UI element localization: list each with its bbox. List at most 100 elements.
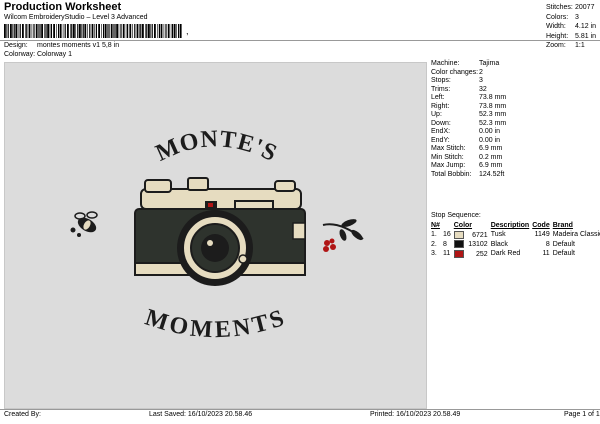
param-label: EndY: bbox=[431, 136, 450, 144]
header-divider bbox=[0, 40, 600, 41]
barcode-bar bbox=[98, 24, 100, 38]
thread-brand: Default bbox=[552, 250, 575, 258]
param-label: Color changes: bbox=[431, 68, 479, 76]
stat-value: 20077 bbox=[575, 4, 595, 11]
table-row: 1. 16 6721Tusk 1149Madeira Classic 40 bbox=[431, 230, 600, 240]
footer-divider bbox=[0, 409, 600, 410]
stat-row: Height: 5.81 in bbox=[546, 32, 596, 42]
color-swatch bbox=[453, 249, 464, 258]
stat-label: Height: bbox=[546, 32, 569, 40]
param-row: EndY: 0.00 in bbox=[431, 137, 506, 146]
stat-row: Colors: 3 bbox=[546, 13, 596, 23]
param-row: Trims: 32 bbox=[431, 86, 506, 95]
row-index: 2. bbox=[431, 240, 437, 248]
param-value: 52.3 mm bbox=[479, 119, 507, 127]
barcode-bar bbox=[101, 24, 102, 38]
barcode-bar bbox=[157, 24, 158, 38]
barcode-suffix: , bbox=[186, 26, 189, 36]
barcode-bar bbox=[134, 24, 136, 38]
barcode-bar bbox=[173, 24, 176, 38]
barcode-bar bbox=[132, 24, 133, 38]
thread-description: Dark Red bbox=[490, 250, 521, 258]
design-value: montes moments v1 5,8 in bbox=[37, 42, 120, 49]
param-label: Up: bbox=[431, 111, 442, 118]
thread-description: Tusk bbox=[490, 231, 506, 239]
param-row: Left: 73.8 mm bbox=[431, 94, 506, 103]
stop-sequence-header: N# Color Description Code Brand bbox=[431, 221, 600, 230]
barcode-bar bbox=[179, 24, 182, 38]
barcode-bar bbox=[44, 24, 45, 38]
param-value: 3 bbox=[479, 77, 483, 84]
param-row: Stops: 3 bbox=[431, 77, 506, 86]
param-row: EndX: 0.00 in bbox=[431, 128, 506, 137]
barcode-bar bbox=[67, 24, 69, 38]
barcode-bar bbox=[12, 24, 13, 38]
table-row: 3. 11 252 Dark Red 11 Default bbox=[431, 249, 600, 259]
stat-row: Stitches: 20077 bbox=[546, 3, 596, 13]
thread-brand: Madeira Classic 40 bbox=[552, 231, 600, 239]
barcode-bar bbox=[113, 24, 114, 38]
needle-number: 8 bbox=[442, 240, 447, 248]
stat-label: Stitches: bbox=[546, 4, 573, 11]
param-value: 73.8 mm bbox=[479, 102, 507, 110]
monte-text: MONTE'S bbox=[152, 126, 281, 167]
barcode-bar bbox=[39, 24, 41, 38]
barcode-bar bbox=[33, 24, 35, 38]
barcode-bar bbox=[6, 24, 7, 38]
barcode-bar bbox=[142, 24, 144, 38]
barcode-bar bbox=[79, 24, 81, 38]
header-description: Description bbox=[490, 222, 530, 229]
barcode-bar bbox=[59, 24, 62, 38]
worksheet-title: Production Worksheet bbox=[4, 1, 122, 13]
barcode-bar bbox=[150, 24, 151, 38]
stat-value: 4.12 in bbox=[575, 23, 597, 30]
camera-graphic bbox=[134, 177, 306, 286]
stat-value: 1:1 bbox=[575, 42, 585, 49]
machine-parameters: Machine: Tajima Color changes: 2 Stops: 3 Trim… bbox=[431, 60, 506, 179]
param-label: Trims: bbox=[431, 85, 451, 93]
barcode-bar bbox=[91, 24, 94, 38]
barcode-bar bbox=[114, 24, 116, 38]
barcode-bar bbox=[139, 24, 140, 38]
barcode-bar bbox=[167, 24, 170, 38]
berry-branch-graphic bbox=[322, 219, 364, 252]
param-row: Color changes: 2 bbox=[431, 69, 506, 78]
barcode-bar bbox=[13, 24, 15, 38]
barcode-bar bbox=[104, 24, 107, 38]
barcode-bar bbox=[64, 24, 66, 38]
last-saved: Last Saved: 16/10/2023 20.58.46 bbox=[149, 411, 253, 418]
header-code: Code bbox=[532, 222, 550, 229]
param-label: Min Stitch: bbox=[431, 153, 464, 161]
stitch-count: 6721 bbox=[472, 231, 488, 239]
created-by: Created By: bbox=[4, 411, 41, 418]
barcode-bar bbox=[118, 24, 120, 38]
barcode-bar bbox=[56, 24, 57, 38]
param-value: 6.9 mm bbox=[479, 162, 503, 169]
barcode-bar bbox=[172, 24, 174, 38]
header-color: Color bbox=[453, 222, 473, 229]
barcode-bar bbox=[84, 24, 87, 38]
stitch-count: 252 bbox=[476, 250, 488, 258]
thread-code: 11 bbox=[542, 250, 550, 258]
color-swatch bbox=[453, 230, 464, 239]
stat-row: Zoom: 1:1 bbox=[546, 41, 596, 51]
param-value: 32 bbox=[479, 85, 487, 93]
barcode-bar bbox=[19, 24, 21, 38]
barcode-bar bbox=[87, 24, 88, 38]
barcode-bar bbox=[41, 24, 43, 38]
header-n: N# bbox=[431, 222, 440, 229]
param-value: 2 bbox=[479, 68, 483, 76]
color-cell: 13102 bbox=[453, 240, 491, 250]
barcode-bar bbox=[94, 24, 95, 38]
printed-date: Printed: 16/10/2023 20.58.49 bbox=[370, 411, 461, 418]
barcode-bar bbox=[170, 24, 172, 38]
barcode-bar bbox=[146, 24, 148, 38]
page-number: Page 1 of 1 bbox=[564, 411, 600, 418]
stat-row: Width: 4.12 in bbox=[546, 22, 596, 32]
stat-value: 3 bbox=[575, 13, 579, 21]
barcode-bar bbox=[70, 24, 71, 38]
colorway-label: Colorway: bbox=[4, 51, 36, 58]
param-label: Total Bobbin: bbox=[431, 170, 472, 178]
stop-sequence-title: Stop Sequence: bbox=[431, 212, 481, 219]
stat-label: Colors: bbox=[546, 13, 569, 21]
